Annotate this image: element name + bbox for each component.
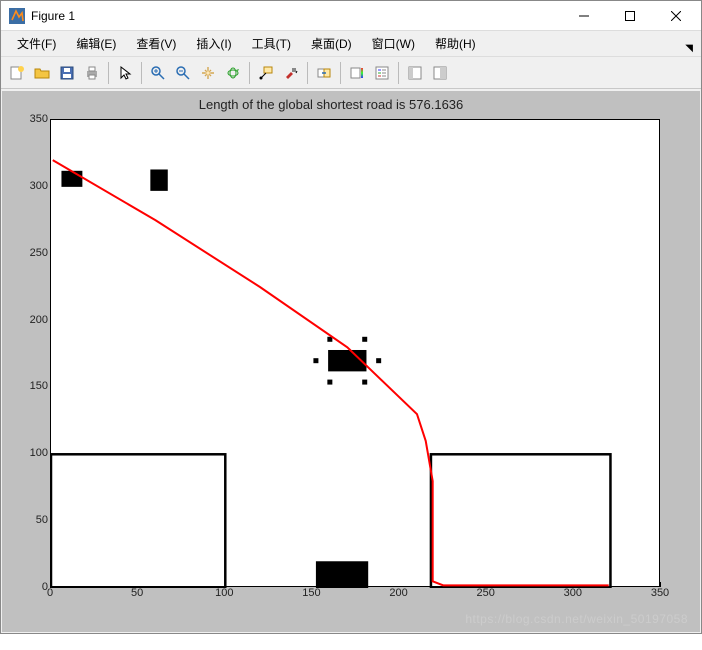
toolbar (1, 57, 701, 89)
watermark: https://blog.csdn.net/weixin_50197058 (465, 612, 688, 626)
y-tick-label: 150 (2, 380, 48, 392)
zoom-out-button[interactable] (171, 61, 195, 85)
x-tick-label: 50 (131, 587, 143, 650)
y-tick-label: 100 (2, 447, 48, 459)
open-button[interactable] (30, 61, 54, 85)
toolbar-separator (249, 62, 250, 84)
expand-toolbar-icon[interactable]: ◥ (685, 43, 693, 54)
save-button[interactable] (55, 61, 79, 85)
colorbar-button[interactable] (345, 61, 369, 85)
menu-window[interactable]: 窗口(W) (362, 32, 425, 55)
y-tick-label: 0 (2, 581, 48, 593)
figure-window: Figure 1 文件(F) 编辑(E) 查看(V) 插入(I) 工具(T) 桌… (0, 0, 702, 634)
menu-help[interactable]: 帮助(H) (425, 32, 486, 55)
x-tick-label: 0 (47, 587, 53, 650)
toolbar-separator (141, 62, 142, 84)
menu-tools[interactable]: 工具(T) (242, 32, 301, 55)
y-tick-label: 200 (2, 314, 48, 326)
x-tick-label: 200 (389, 587, 407, 650)
hide-plot-tools-button[interactable] (403, 61, 427, 85)
menu-edit[interactable]: 编辑(E) (66, 32, 126, 55)
menu-view[interactable]: 查看(V) (126, 32, 186, 55)
data-cursor-button[interactable] (254, 61, 278, 85)
legend-button[interactable] (370, 61, 394, 85)
dock-button[interactable] (428, 61, 452, 85)
pan-button[interactable] (196, 61, 220, 85)
toolbar-separator (398, 62, 399, 84)
figure-area: Length of the global shortest road is 57… (2, 91, 700, 632)
plot-svg (51, 120, 661, 588)
toolbar-separator (307, 62, 308, 84)
menu-desktop[interactable]: 桌面(D) (301, 32, 362, 55)
x-tick-label: 150 (302, 587, 320, 650)
y-tick-label: 250 (2, 247, 48, 259)
menu-file[interactable]: 文件(F) (7, 32, 66, 55)
y-tick-label: 350 (2, 113, 48, 125)
rotate-button[interactable] (221, 61, 245, 85)
axes[interactable] (50, 119, 660, 587)
link-plot-button[interactable] (312, 61, 336, 85)
brush-button[interactable] (279, 61, 303, 85)
new-figure-button[interactable] (5, 61, 29, 85)
print-button[interactable] (80, 61, 104, 85)
toolbar-separator (108, 62, 109, 84)
menubar: 文件(F) 编辑(E) 查看(V) 插入(I) 工具(T) 桌面(D) 窗口(W… (1, 31, 701, 57)
minimize-button[interactable] (561, 1, 607, 31)
menu-insert[interactable]: 插入(I) (186, 32, 241, 55)
matlab-icon (9, 8, 25, 24)
y-tick-label: 50 (2, 514, 48, 526)
zoom-in-button[interactable] (146, 61, 170, 85)
close-button[interactable] (653, 1, 699, 31)
titlebar: Figure 1 (1, 1, 701, 31)
chart-title: Length of the global shortest road is 57… (2, 97, 660, 112)
maximize-button[interactable] (607, 1, 653, 31)
window-title: Figure 1 (31, 9, 561, 23)
x-tick-label: 100 (215, 587, 233, 650)
y-tick-label: 300 (2, 180, 48, 192)
toolbar-separator (340, 62, 341, 84)
pointer-button[interactable] (113, 61, 137, 85)
